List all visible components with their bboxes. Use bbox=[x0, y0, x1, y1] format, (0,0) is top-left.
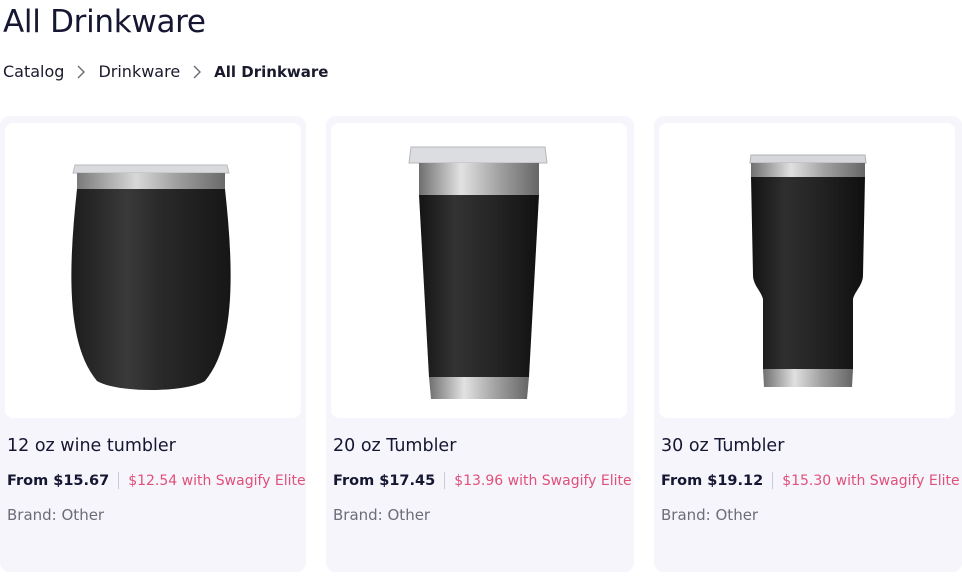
product-brand: Brand: Other bbox=[661, 506, 759, 524]
elite-price: $13.96 with Swagify Elite bbox=[454, 472, 632, 489]
price-row: From $19.12 $15.30 with Swagify Elite bbox=[661, 472, 960, 489]
product-price: From $17.45 bbox=[333, 472, 436, 489]
tumbler-20oz-image bbox=[408, 146, 548, 399]
product-name[interactable]: 20 oz Tumbler bbox=[333, 436, 456, 456]
tumbler-30oz-image bbox=[749, 154, 867, 387]
product-image[interactable] bbox=[659, 123, 955, 418]
price-row: From $17.45 $13.96 with Swagify Elite bbox=[333, 472, 632, 489]
product-price: From $15.67 bbox=[7, 472, 110, 489]
product-card[interactable]: 20 oz Tumbler From $17.45 $13.96 with Sw… bbox=[326, 116, 634, 572]
product-card[interactable]: 12 oz wine tumbler From $15.67 $12.54 wi… bbox=[0, 116, 306, 572]
elite-price: $15.30 with Swagify Elite bbox=[782, 472, 960, 489]
chevron-right-icon bbox=[180, 65, 214, 79]
product-price: From $19.12 bbox=[661, 472, 764, 489]
product-name[interactable]: 30 oz Tumbler bbox=[661, 436, 784, 456]
product-image[interactable] bbox=[331, 123, 627, 418]
price-divider bbox=[772, 472, 774, 489]
chevron-right-icon bbox=[64, 65, 98, 79]
price-divider bbox=[444, 472, 446, 489]
price-row: From $15.67 $12.54 with Swagify Elite bbox=[7, 472, 306, 489]
breadcrumb: Catalog Drinkware All Drinkware bbox=[3, 61, 328, 83]
price-divider bbox=[118, 472, 120, 489]
page-title: All Drinkware bbox=[3, 4, 206, 40]
product-name[interactable]: 12 oz wine tumbler bbox=[7, 436, 176, 456]
elite-price: $12.54 with Swagify Elite bbox=[128, 472, 306, 489]
product-image[interactable] bbox=[5, 123, 301, 418]
product-brand: Brand: Other bbox=[7, 506, 105, 524]
breadcrumb-current: All Drinkware bbox=[214, 63, 329, 81]
breadcrumb-catalog[interactable]: Catalog bbox=[3, 61, 64, 83]
product-brand: Brand: Other bbox=[333, 506, 431, 524]
product-card[interactable]: 30 oz Tumbler From $19.12 $15.30 with Sw… bbox=[654, 116, 962, 572]
breadcrumb-drinkware[interactable]: Drinkware bbox=[98, 61, 180, 83]
wine-tumbler-image bbox=[71, 164, 231, 390]
